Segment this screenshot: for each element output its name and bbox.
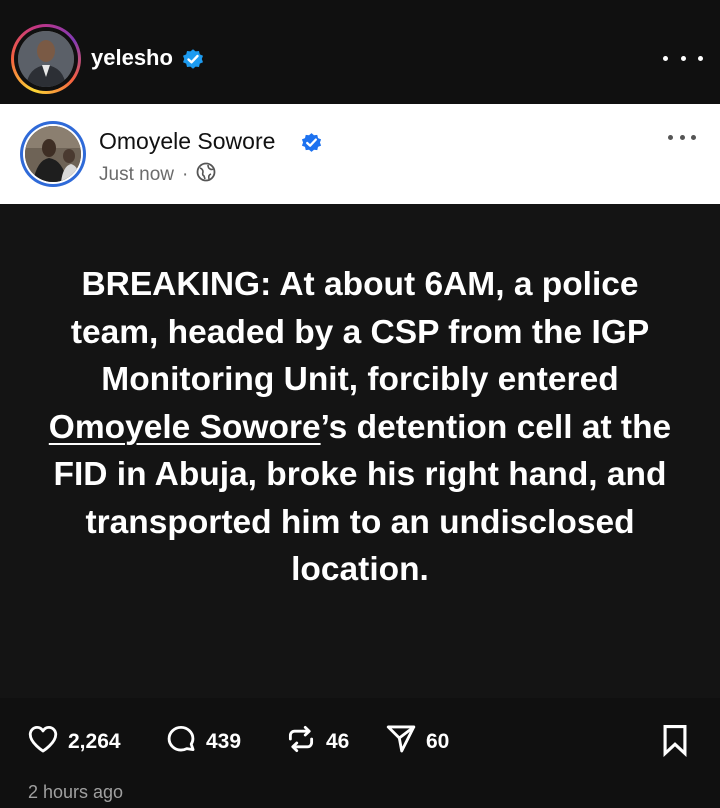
share-count: 60 <box>426 729 450 753</box>
embedded-more-options-icon[interactable] <box>668 132 696 142</box>
verified-badge-icon <box>181 47 205 71</box>
comment-icon <box>164 722 198 761</box>
globe-icon <box>196 162 216 188</box>
embedded-avatar-illustration <box>25 126 81 182</box>
like-button[interactable]: 2,264 <box>26 722 121 761</box>
embedded-post-card[interactable]: Omoyele Sowore Just now · <box>0 104 720 204</box>
embedded-post-meta: Just now · <box>99 162 216 188</box>
reply-count: 439 <box>206 729 242 753</box>
action-bar: 2,264 439 46 60 2 hours ago <box>0 698 720 808</box>
avatar[interactable] <box>18 31 74 87</box>
username[interactable]: yelesho <box>91 45 173 71</box>
more-options-icon[interactable] <box>663 48 703 68</box>
embedded-verified-badge-icon <box>300 131 323 154</box>
post-timestamp: 2 hours ago <box>28 782 124 802</box>
like-count: 2,264 <box>68 729 121 753</box>
repost-count: 46 <box>326 729 350 753</box>
send-icon <box>384 722 418 761</box>
post-header: yelesho <box>0 0 720 104</box>
heart-icon <box>26 722 60 761</box>
embedded-avatar-ring <box>20 121 86 187</box>
post-text-before: BREAKING: At about 6AM, a police team, h… <box>70 266 650 398</box>
repost-icon <box>284 722 318 761</box>
avatar-illustration <box>18 31 74 87</box>
bookmark-icon[interactable] <box>658 723 692 762</box>
post-content: BREAKING: At about 6AM, a police team, h… <box>0 204 720 698</box>
repost-button[interactable]: 46 <box>284 722 349 761</box>
avatar-gap <box>14 27 78 91</box>
embedded-avatar-gap <box>23 124 83 184</box>
embedded-avatar[interactable] <box>25 126 81 182</box>
reply-button[interactable]: 439 <box>164 722 241 761</box>
story-ring[interactable] <box>11 24 81 94</box>
embedded-author-name[interactable]: Omoyele Sowore <box>99 128 275 155</box>
meta-separator: · <box>181 164 189 185</box>
embedded-post-time: Just now <box>99 164 174 185</box>
mention-link[interactable]: Omoyele Sowore <box>49 409 321 446</box>
share-button[interactable]: 60 <box>384 722 449 761</box>
post-text: BREAKING: At about 6AM, a police team, h… <box>40 261 680 594</box>
